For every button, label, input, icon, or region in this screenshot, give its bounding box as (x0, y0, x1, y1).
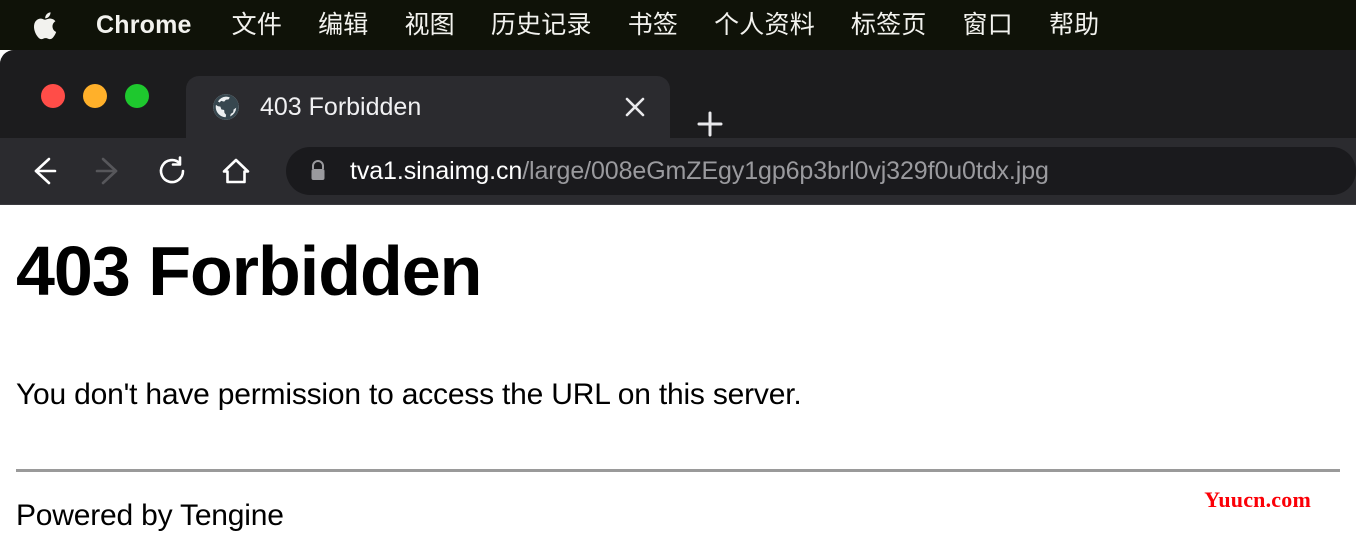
menu-item-profiles[interactable]: 个人资料 (696, 12, 833, 38)
tab-strip: 403 Forbidden (0, 50, 1356, 138)
home-icon[interactable] (212, 147, 260, 195)
arrow-left-icon[interactable] (20, 147, 68, 195)
page-content: 403 Forbidden You don't have permission … (0, 205, 1356, 554)
menu-item-bookmarks[interactable]: 书签 (610, 12, 696, 38)
new-tab-button[interactable] (692, 106, 728, 142)
url-host: tva1.sinaimg.cn (350, 156, 523, 185)
menu-item-history[interactable]: 历史记录 (473, 12, 610, 38)
chrome-window: 403 Forbidden tva1.sinaimg.cn/large/008e… (0, 50, 1356, 554)
tab-title: 403 Forbidden (260, 92, 422, 121)
menu-item-edit[interactable]: 编辑 (300, 12, 386, 38)
close-icon[interactable] (620, 92, 650, 122)
menu-item-tabs[interactable]: 标签页 (833, 12, 945, 38)
watermark: Yuucn.com (1204, 487, 1311, 512)
arrow-right-icon[interactable] (84, 147, 132, 195)
menu-item-view[interactable]: 视图 (386, 12, 472, 38)
page-title: 403 Forbidden (16, 232, 482, 310)
lock-icon[interactable] (308, 159, 328, 183)
browser-screenshot: Chrome 文件 编辑 视图 历史记录 书签 个人资料 标签页 窗口 帮助 4… (0, 0, 1356, 554)
globe-icon (213, 94, 239, 120)
menu-item-window[interactable]: 窗口 (945, 12, 1031, 38)
window-controls (41, 84, 149, 108)
macos-menu-bar: Chrome 文件 编辑 视图 历史记录 书签 个人资料 标签页 窗口 帮助 (0, 0, 1356, 50)
address-bar[interactable]: tva1.sinaimg.cn/large/008eGmZEgy1gp6p3br… (286, 147, 1356, 195)
content-divider (16, 469, 1340, 472)
url-text: tva1.sinaimg.cn/large/008eGmZEgy1gp6p3br… (350, 157, 1049, 186)
menu-item-chrome[interactable]: Chrome (96, 12, 214, 38)
reload-icon[interactable] (148, 147, 196, 195)
apple-logo-icon[interactable] (32, 10, 58, 41)
browser-tab[interactable]: 403 Forbidden (186, 76, 670, 138)
browser-toolbar: tva1.sinaimg.cn/large/008eGmZEgy1gp6p3br… (0, 138, 1356, 205)
url-path: /large/008eGmZEgy1gp6p3brl0vj329f0u0tdx.… (522, 156, 1049, 185)
menu-item-file[interactable]: 文件 (214, 12, 300, 38)
page-message: You don't have permission to access the … (16, 378, 802, 411)
close-window-button[interactable] (41, 84, 65, 108)
minimize-window-button[interactable] (83, 84, 107, 108)
menu-item-help[interactable]: 帮助 (1031, 12, 1117, 38)
maximize-window-button[interactable] (125, 84, 149, 108)
server-signature: Powered by Tengine (16, 499, 284, 532)
